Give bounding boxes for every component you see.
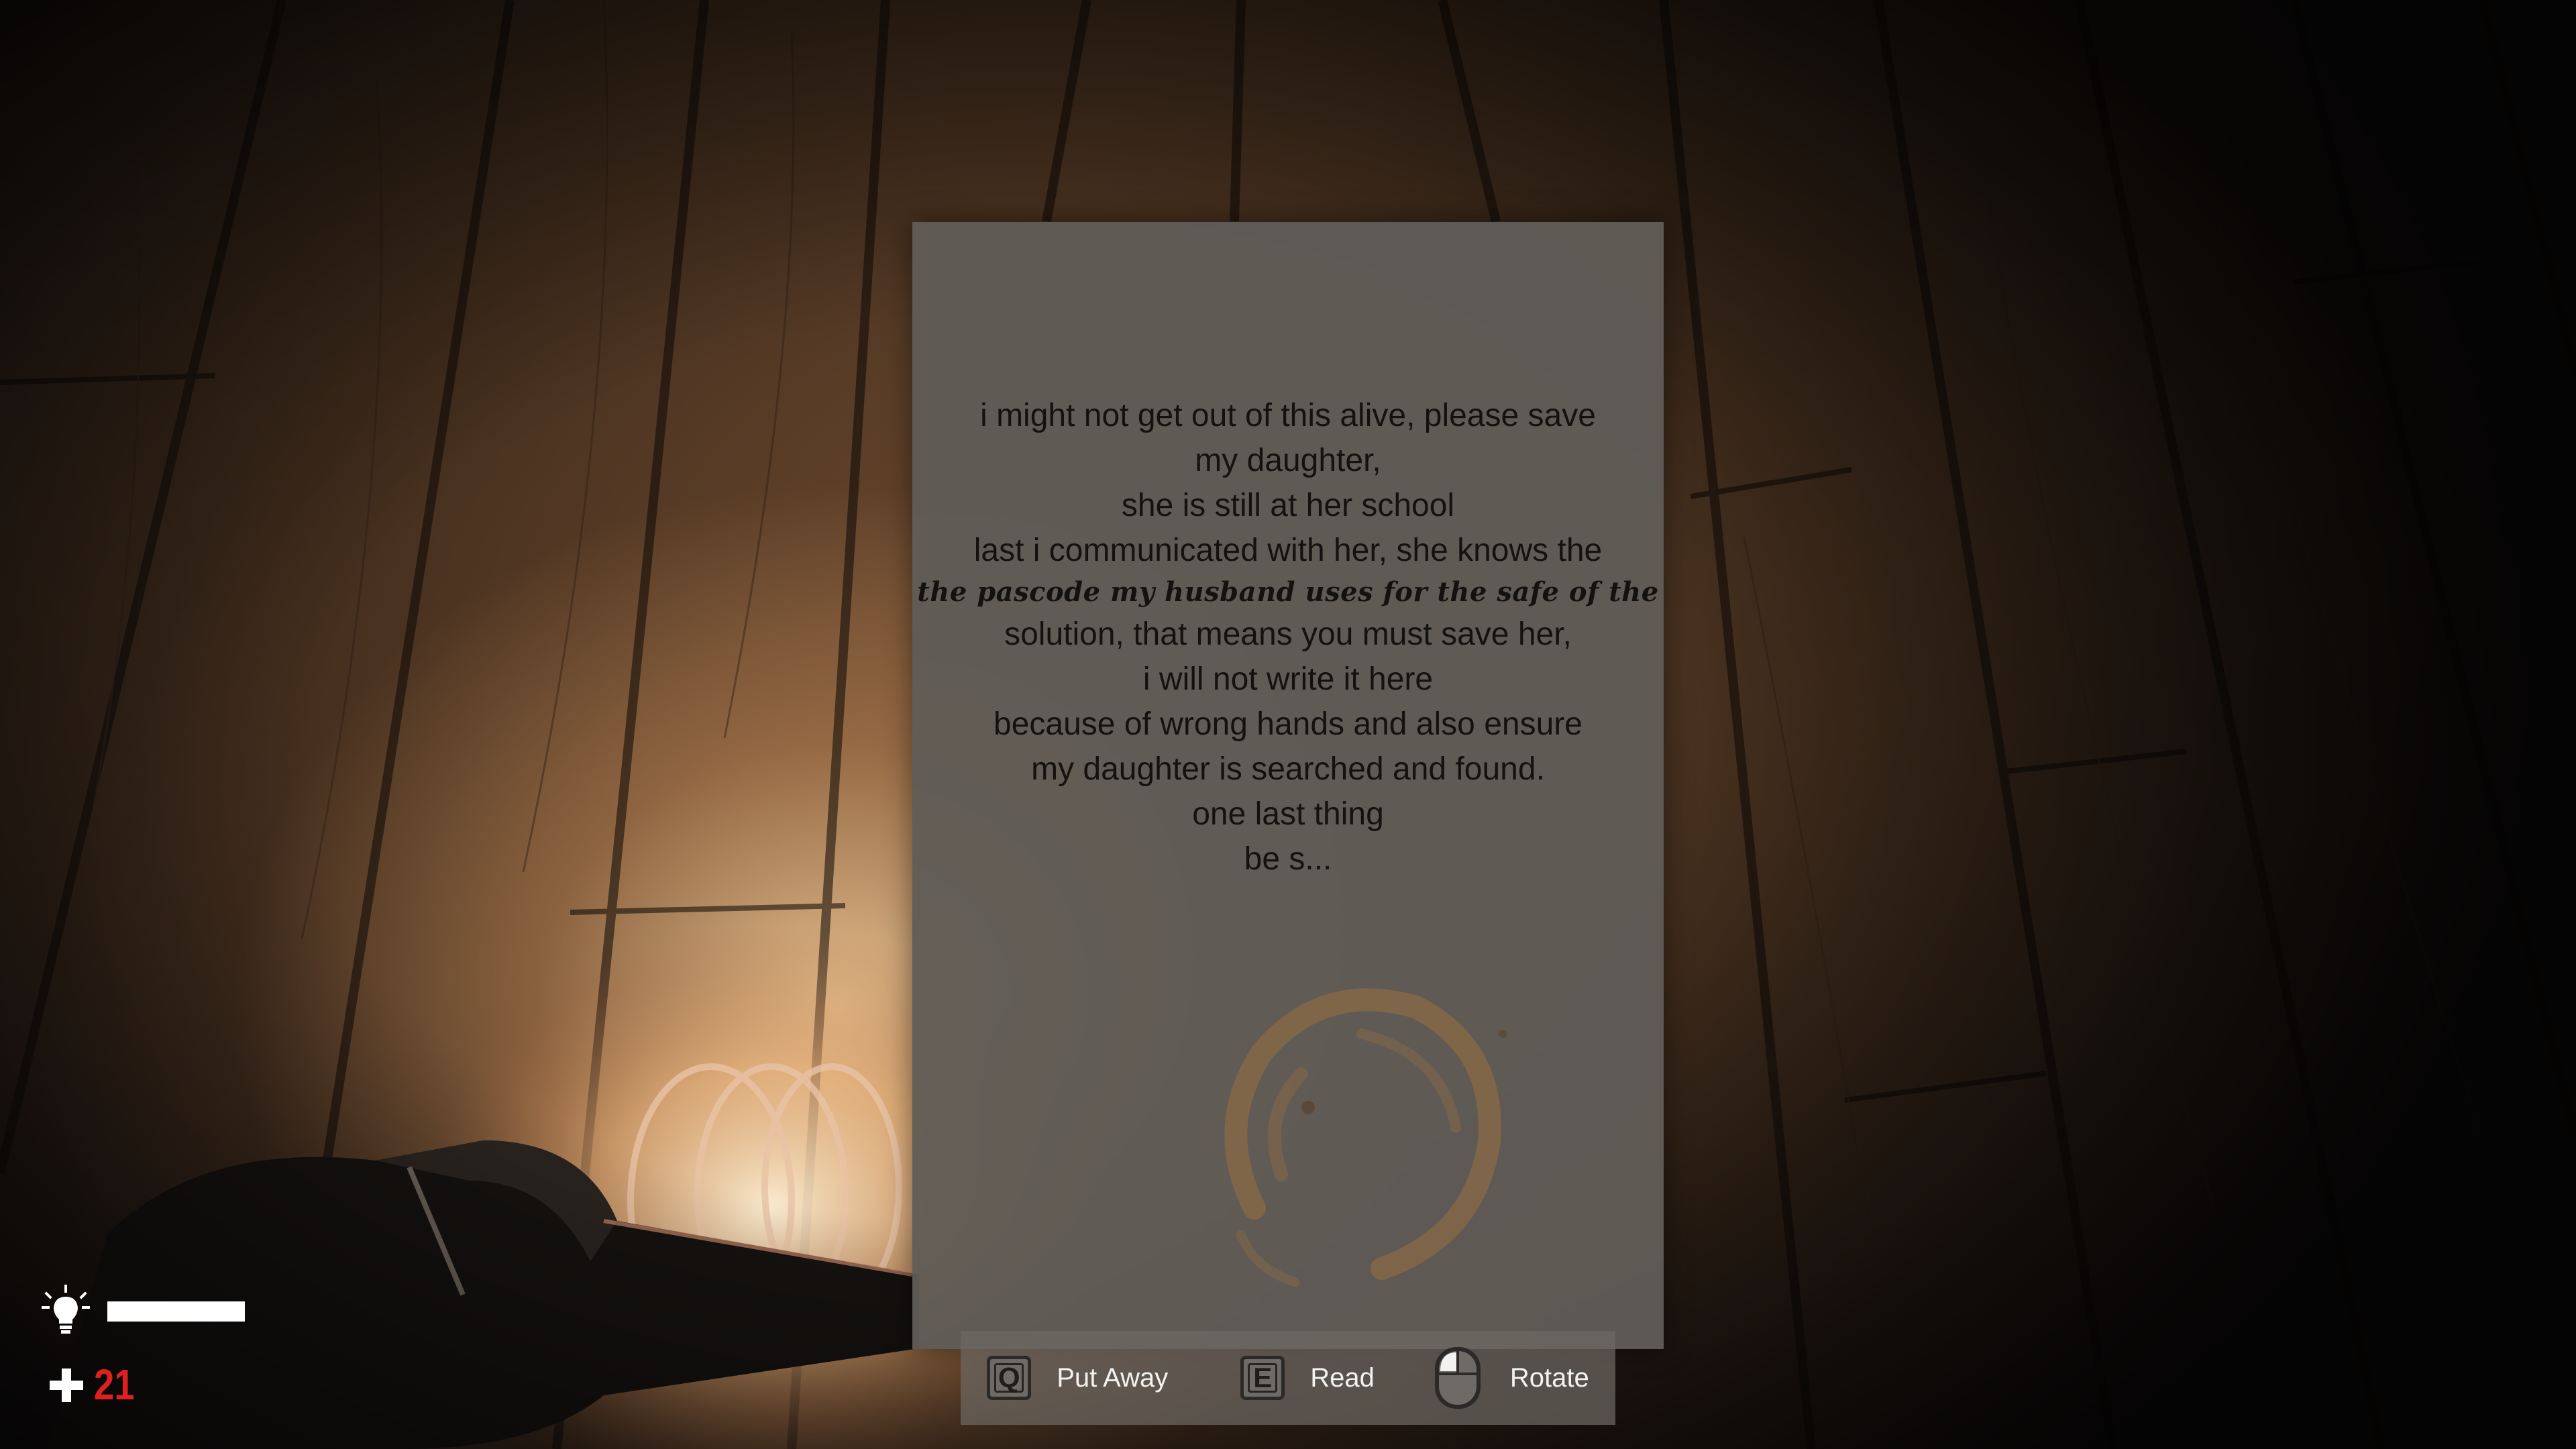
read-prompt[interactable]: E Read [1240,1344,1375,1411]
light-level-fill [107,1301,245,1322]
put-away-prompt[interactable]: Q Put Away [987,1344,1168,1411]
light-level-bar [107,1301,349,1322]
note-line: she is still at her school [1121,488,1455,523]
note-line: my daughter is searched and found. [1031,751,1545,787]
note-line: because of wrong hands and also ensure [994,706,1582,742]
note-line: be s... [1244,841,1332,877]
rotate-label: Rotate [1509,1362,1589,1393]
health-value: 21 [94,1360,135,1409]
note-line: i will not write it here [1142,661,1434,697]
q-key-icon: Q [987,1356,1032,1400]
note-line-stylized: the pascode my husband uses for the safe… [917,576,1659,608]
coffee-stain [1224,988,1507,1287]
health-cross-icon [50,1368,83,1402]
put-away-label: Put Away [1057,1362,1169,1393]
lightbulb-icon [42,1285,90,1334]
interaction-prompt-bar: Q Put Away E Read Rotate [961,1331,1615,1425]
e-key-icon: E [1240,1356,1285,1400]
mouse-icon [1434,1347,1481,1409]
note-text: i might not get out of this alive, pleas… [912,393,1664,881]
game-scene: i might not get out of this alive, pleas… [0,0,2576,1449]
note-paper: i might not get out of this alive, pleas… [912,222,1664,1349]
note-line: i might not get out of this alive, pleas… [980,398,1596,433]
note-line: last i communicated with her, she knows … [973,533,1603,568]
rotate-prompt[interactable]: Rotate [1431,1344,1589,1411]
note-line: solution, that means you must save her, [1004,616,1572,652]
read-label: Read [1310,1362,1375,1393]
note-line: one last thing [1192,796,1384,832]
note-line: my daughter, [1195,443,1381,478]
